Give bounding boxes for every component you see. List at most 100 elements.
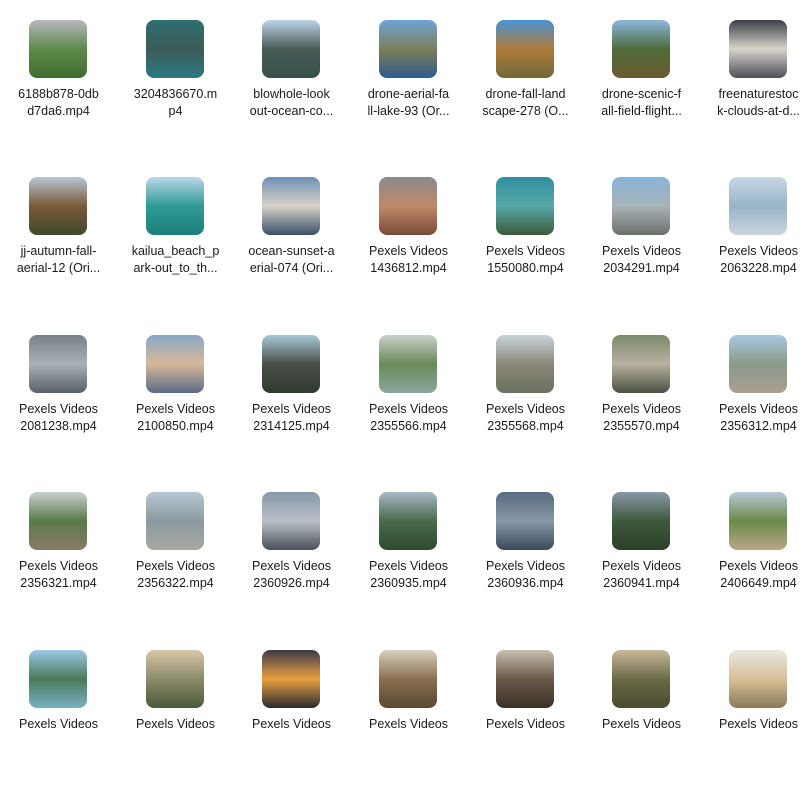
file-name: Pexels Videos — [369, 717, 448, 731]
file-item[interactable]: Pexels Videos 2360936.mp4 — [467, 492, 584, 642]
file-item[interactable]: Pexels Videos 2360941.mp4 — [583, 492, 700, 642]
file-item[interactable]: Pexels Videos 2314125.mp4 — [233, 335, 350, 485]
video-thumbnail[interactable] — [262, 335, 320, 393]
file-name: Pexels Videos 2063228.mp4 — [719, 244, 798, 275]
video-thumbnail[interactable] — [612, 177, 670, 235]
file-name: Pexels Videos 2360941.mp4 — [602, 559, 681, 590]
video-thumbnail[interactable] — [262, 20, 320, 78]
video-thumbnail[interactable] — [262, 650, 320, 708]
video-thumbnail[interactable] — [29, 177, 87, 235]
video-thumbnail[interactable] — [612, 335, 670, 393]
file-item[interactable]: Pexels Videos — [583, 650, 700, 800]
video-thumbnail[interactable] — [612, 650, 670, 708]
file-item[interactable]: Pexels Videos — [233, 650, 350, 800]
video-thumbnail[interactable] — [146, 177, 204, 235]
video-thumbnail[interactable] — [496, 335, 554, 393]
file-name: drone-aerial-fa ll-lake-93 (Or... — [367, 87, 450, 118]
file-item[interactable]: Pexels Videos 2355570.mp4 — [583, 335, 700, 485]
file-item[interactable]: Pexels Videos 2355566.mp4 — [350, 335, 467, 485]
video-thumbnail[interactable] — [729, 335, 787, 393]
video-thumbnail[interactable] — [496, 20, 554, 78]
video-thumbnail[interactable] — [612, 492, 670, 550]
file-name: Pexels Videos 2355568.mp4 — [486, 402, 565, 433]
video-thumbnail[interactable] — [379, 492, 437, 550]
video-thumbnail[interactable] — [379, 650, 437, 708]
file-item[interactable]: Pexels Videos 2356321.mp4 — [0, 492, 117, 642]
file-item[interactable]: Pexels Videos 2100850.mp4 — [117, 335, 234, 485]
video-thumbnail[interactable] — [29, 492, 87, 550]
video-thumbnail[interactable] — [379, 335, 437, 393]
file-item[interactable]: Pexels Videos — [350, 650, 467, 800]
file-item[interactable]: Pexels Videos — [700, 650, 800, 800]
file-name: drone-fall-land scape-278 (O... — [482, 87, 569, 118]
file-item[interactable]: Pexels Videos — [0, 650, 117, 800]
video-thumbnail[interactable] — [729, 177, 787, 235]
video-thumbnail[interactable] — [29, 20, 87, 78]
file-name: Pexels Videos 2034291.mp4 — [602, 244, 681, 275]
video-thumbnail[interactable] — [729, 492, 787, 550]
file-name: Pexels Videos 2356321.mp4 — [19, 559, 98, 590]
file-name: 3204836670.m p4 — [133, 87, 218, 118]
video-thumbnail[interactable] — [496, 492, 554, 550]
file-item[interactable]: Pexels Videos 2034291.mp4 — [583, 177, 700, 327]
video-thumbnail[interactable] — [262, 492, 320, 550]
video-thumbnail[interactable] — [496, 177, 554, 235]
file-item[interactable]: 3204836670.m p4 — [117, 20, 234, 170]
video-thumbnail[interactable] — [29, 335, 87, 393]
file-grid: 6188b878-0db d7da6.mp4 3204836670.m p4 blo… — [0, 0, 800, 731]
file-name: Pexels Videos — [602, 717, 681, 731]
video-thumbnail[interactable] — [729, 650, 787, 708]
file-name: Pexels Videos — [719, 717, 798, 731]
file-item[interactable]: Pexels Videos 2355568.mp4 — [467, 335, 584, 485]
file-name: Pexels Videos 2406649.mp4 — [719, 559, 798, 590]
file-item[interactable]: kailua_beach_p ark-out_to_th... — [117, 177, 234, 327]
video-thumbnail[interactable] — [146, 335, 204, 393]
video-thumbnail[interactable] — [379, 20, 437, 78]
file-item[interactable]: Pexels Videos 1550080.mp4 — [467, 177, 584, 327]
video-thumbnail[interactable] — [146, 492, 204, 550]
file-name: Pexels Videos — [19, 717, 98, 731]
file-item[interactable]: Pexels Videos 2360935.mp4 — [350, 492, 467, 642]
file-name: freenaturestoc k-clouds-at-d... — [717, 87, 800, 118]
file-name: Pexels Videos 2356312.mp4 — [719, 402, 798, 433]
file-name: kailua_beach_p ark-out_to_th... — [131, 244, 220, 275]
file-item[interactable]: Pexels Videos 1436812.mp4 — [350, 177, 467, 327]
file-name: Pexels Videos 2314125.mp4 — [252, 402, 331, 433]
file-item[interactable]: drone-fall-land scape-278 (O... — [467, 20, 584, 170]
video-thumbnail[interactable] — [379, 177, 437, 235]
file-item[interactable]: blowhole-look out-ocean-co... — [233, 20, 350, 170]
file-name: Pexels Videos 1550080.mp4 — [486, 244, 565, 275]
file-name: Pexels Videos 2360926.mp4 — [252, 559, 331, 590]
video-thumbnail[interactable] — [146, 650, 204, 708]
file-item[interactable]: jj-autumn-fall- aerial-12 (Ori... — [0, 177, 117, 327]
file-item[interactable]: Pexels Videos 2356312.mp4 — [700, 335, 800, 485]
video-thumbnail[interactable] — [729, 20, 787, 78]
file-name: Pexels Videos — [252, 717, 331, 731]
file-name: Pexels Videos 2355570.mp4 — [602, 402, 681, 433]
file-item[interactable]: Pexels Videos 2063228.mp4 — [700, 177, 800, 327]
file-item[interactable]: drone-aerial-fa ll-lake-93 (Or... — [350, 20, 467, 170]
file-name: Pexels Videos — [136, 717, 215, 731]
file-item[interactable]: Pexels Videos 2081238.mp4 — [0, 335, 117, 485]
file-item[interactable]: Pexels Videos 2360926.mp4 — [233, 492, 350, 642]
file-item[interactable]: drone-scenic-f all-field-flight... — [583, 20, 700, 170]
file-item[interactable]: freenaturestoc k-clouds-at-d... — [700, 20, 800, 170]
file-name: Pexels Videos 2360935.mp4 — [369, 559, 448, 590]
file-item[interactable]: Pexels Videos — [467, 650, 584, 800]
file-name: drone-scenic-f all-field-flight... — [601, 87, 682, 118]
file-item[interactable]: Pexels Videos — [117, 650, 234, 800]
video-thumbnail[interactable] — [262, 177, 320, 235]
file-name: 6188b878-0db d7da6.mp4 — [18, 87, 99, 118]
video-thumbnail[interactable] — [146, 20, 204, 78]
file-item[interactable]: 6188b878-0db d7da6.mp4 — [0, 20, 117, 170]
file-name: Pexels Videos 2356322.mp4 — [136, 559, 215, 590]
file-item[interactable]: Pexels Videos 2406649.mp4 — [700, 492, 800, 642]
video-thumbnail[interactable] — [612, 20, 670, 78]
file-name: Pexels Videos 1436812.mp4 — [369, 244, 448, 275]
video-thumbnail[interactable] — [496, 650, 554, 708]
file-name: blowhole-look out-ocean-co... — [249, 87, 334, 118]
file-item[interactable]: Pexels Videos 2356322.mp4 — [117, 492, 234, 642]
video-thumbnail[interactable] — [29, 650, 87, 708]
file-name: jj-autumn-fall- aerial-12 (Ori... — [16, 244, 101, 275]
file-item[interactable]: ocean-sunset-a erial-074 (Ori... — [233, 177, 350, 327]
